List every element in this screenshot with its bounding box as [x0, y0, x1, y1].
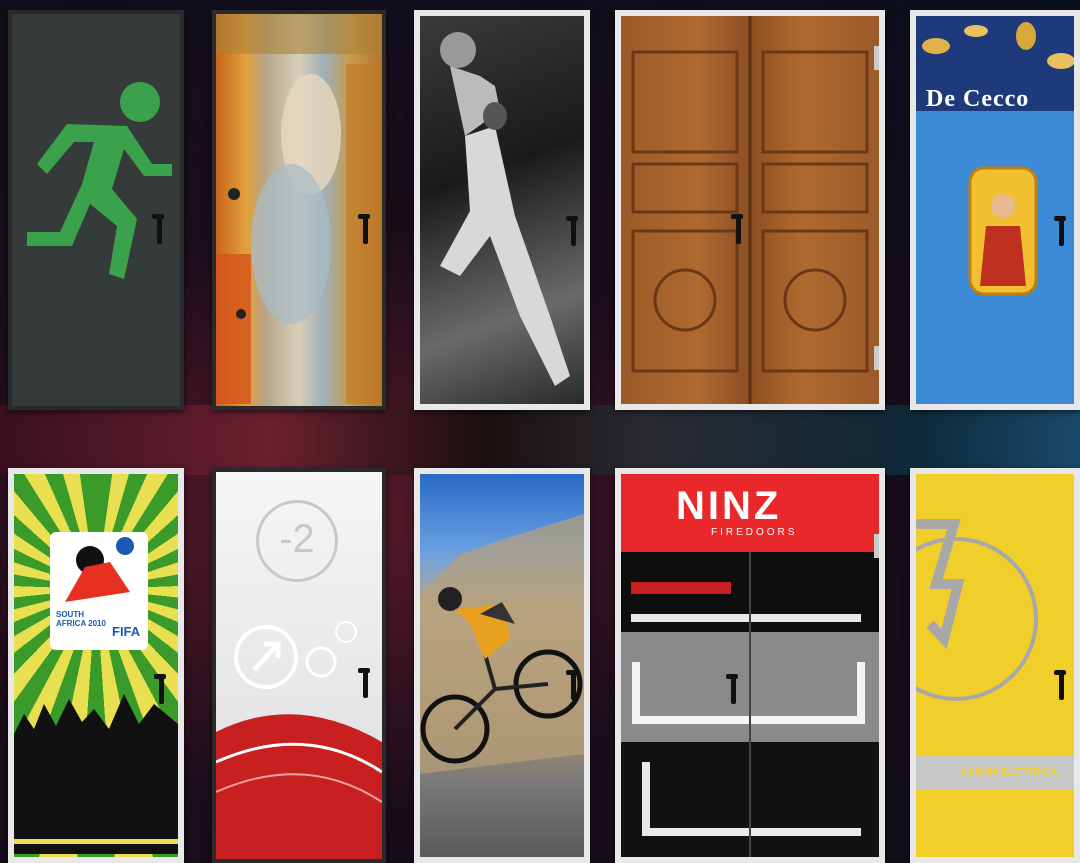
world-cup-emblem-image [65, 537, 134, 602]
door-hinge [874, 346, 879, 370]
running-man-icon [27, 82, 172, 279]
ninz-header: NINZ FIREDOORS [621, 474, 879, 552]
door-handle-icon [358, 214, 372, 248]
door-hinge [874, 534, 879, 558]
door-hinge [874, 46, 879, 70]
door-handle-icon [566, 216, 580, 250]
panic-bar-graphic-image [621, 552, 879, 857]
world-cup-door: SOUTH AFRICA 2010 FIFA [8, 468, 184, 863]
fifa-logo: FIFA [112, 624, 141, 639]
mountain-bike-door [414, 468, 590, 863]
world-cup-badge: SOUTH AFRICA 2010 FIFA [50, 532, 148, 650]
klimt-art-door [212, 10, 386, 410]
door-handle-icon [726, 674, 740, 708]
cabin-sign-label: CABINA ELETTRICA [960, 767, 1058, 778]
basketball-player-image [440, 32, 570, 386]
floor-minus-two-door: -2 [212, 468, 386, 863]
lightning-bolt-icon [916, 519, 1038, 701]
de-cecco-door: De Cecco [910, 10, 1080, 410]
ninz-firedoors-door: NINZ FIREDOORS [615, 468, 885, 863]
wood-panels-image [631, 16, 869, 404]
door-handle-icon [358, 668, 372, 702]
basketball-door [414, 10, 590, 410]
portrait-emblem-image [968, 166, 1038, 296]
arrow-graphic-image [216, 621, 382, 859]
electrical-cabin-door: CABINA ELETTRICA [910, 468, 1080, 863]
de-cecco-logo: De Cecco [926, 86, 1030, 112]
door-handle-icon [1054, 670, 1068, 704]
background-concert-band [0, 405, 1080, 475]
cabin-sign-band: CABINA ELETTRICA [916, 756, 1074, 790]
mountain-biker-image [420, 514, 584, 774]
door-handle-icon [1054, 216, 1068, 250]
ninz-logo: NINZ [676, 484, 782, 528]
badge-text: SOUTH AFRICA 2010 [56, 610, 106, 628]
ninz-subtitle: FIREDOORS [711, 527, 798, 538]
klimt-painting-image [216, 14, 382, 404]
door-handle-icon [152, 214, 166, 248]
exit-door [8, 10, 184, 410]
door-handle-icon [154, 674, 168, 708]
wood-double-door [615, 10, 885, 410]
door-handle-icon [731, 214, 745, 248]
door-handle-icon [566, 670, 580, 704]
